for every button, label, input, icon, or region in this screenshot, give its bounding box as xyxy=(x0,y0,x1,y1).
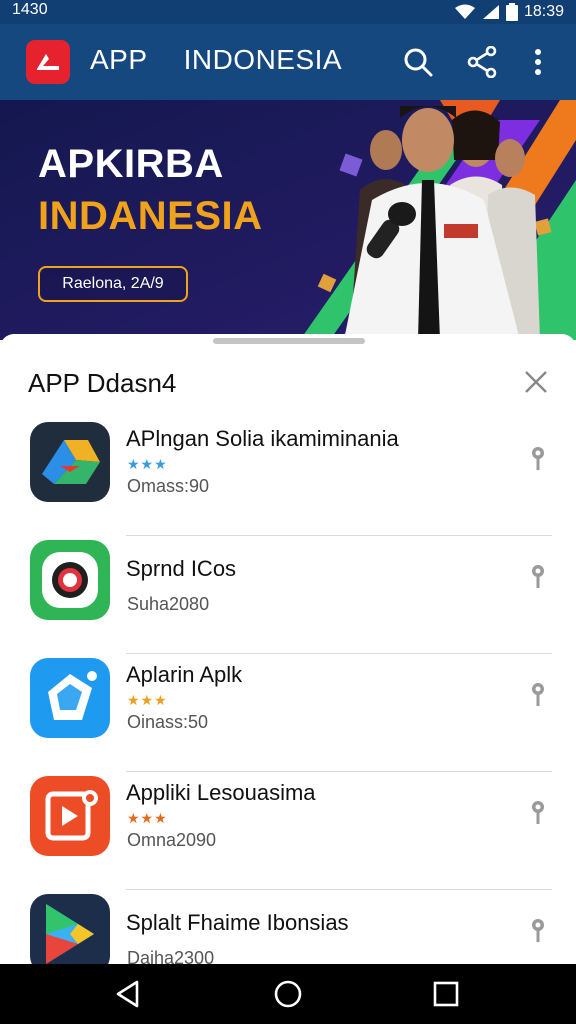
app-icon-camera xyxy=(30,540,110,620)
app-name: APlngan Solia ikamiminania xyxy=(126,426,399,451)
list-item[interactable]: Splalt Fhaime Ibonsias Daiha2300 xyxy=(0,890,576,964)
app-list-sheet: APP Ddasn4 APlngan Solia ikamiminania ★★… xyxy=(0,334,576,964)
wifi-icon xyxy=(454,4,475,19)
app-icon-play xyxy=(30,894,110,964)
banner-title-line2: INDANESIA xyxy=(38,194,263,238)
rating-stars: ★★★ xyxy=(127,456,168,472)
pin-button[interactable] xyxy=(524,560,552,594)
close-icon xyxy=(525,371,547,393)
recents-button[interactable] xyxy=(426,974,466,1014)
app-icon-video xyxy=(30,776,110,856)
close-button[interactable] xyxy=(520,366,552,398)
list-item[interactable]: Appliki Lesouasima ★★★ Omna2090 xyxy=(0,772,576,890)
sheet-drag-handle[interactable] xyxy=(213,338,365,344)
app-list: APlngan Solia ikamiminania ★★★ Omass:90 … xyxy=(0,418,576,964)
promo-banner[interactable]: APKIRBA INDANESIA Raelona, 2A/9 xyxy=(0,100,576,340)
pin-icon xyxy=(532,919,544,942)
pin-button[interactable] xyxy=(524,796,552,830)
search-button[interactable] xyxy=(398,42,438,82)
signal-icon xyxy=(482,5,499,19)
status-bar: 1430 18:39 xyxy=(0,0,576,24)
list-item[interactable]: Sprnd ICos Suha2080 xyxy=(0,536,576,654)
app-name: Aplarin Aplk xyxy=(126,662,243,687)
app-icon-cube xyxy=(30,658,110,738)
share-icon xyxy=(467,46,497,78)
list-item[interactable]: APlngan Solia ikamiminania ★★★ Omass:90 xyxy=(0,418,576,536)
app-logo-icon[interactable] xyxy=(26,40,70,84)
app-bar: APP INDONESIA xyxy=(0,24,576,100)
pin-icon xyxy=(532,683,544,706)
back-button[interactable] xyxy=(108,974,148,1014)
pin-icon xyxy=(532,801,544,824)
pin-button[interactable] xyxy=(524,678,552,712)
rating-stars: ★★★ xyxy=(127,692,168,708)
banner-pill-button[interactable]: Raelona, 2A/9 xyxy=(38,266,188,302)
battery-icon xyxy=(505,3,518,21)
app-icon-drive xyxy=(30,422,110,502)
share-button[interactable] xyxy=(462,42,502,82)
back-icon xyxy=(116,980,139,1008)
home-button[interactable] xyxy=(268,974,308,1014)
pin-button[interactable] xyxy=(524,442,552,476)
status-icons: 18:39 xyxy=(454,0,564,24)
pin-button[interactable] xyxy=(524,914,552,948)
pin-icon xyxy=(532,565,544,588)
app-name: Sprnd ICos xyxy=(126,556,237,581)
sheet-title: APP Ddasn4 xyxy=(28,368,177,398)
rating-stars: ★★★ xyxy=(127,810,168,826)
app-subtitle: Suha2080 xyxy=(127,594,210,614)
status-time-right: 18:39 xyxy=(523,3,564,20)
status-time-left: 1430 xyxy=(12,1,48,18)
search-icon xyxy=(404,48,433,77)
app-name: Splalt Fhaime Ibonsias xyxy=(126,910,349,935)
home-icon xyxy=(274,980,302,1008)
app-title: APP INDONESIA xyxy=(90,44,343,75)
app-subtitle: Omass:90 xyxy=(127,476,210,496)
app-subtitle: Daiha2300 xyxy=(127,948,215,964)
more-vert-icon xyxy=(535,49,541,75)
screen: 1430 18:39 APP INDONESIA APKIRBA INDANES… xyxy=(0,0,576,1024)
app-subtitle: Omna2090 xyxy=(127,830,217,850)
app-subtitle: Oinass:50 xyxy=(127,712,209,732)
people-illustration xyxy=(344,106,540,340)
more-options-button[interactable] xyxy=(518,42,558,82)
system-nav-bar xyxy=(0,964,576,1024)
list-item[interactable]: Aplarin Aplk ★★★ Oinass:50 xyxy=(0,654,576,772)
banner-title-line1: APKIRBA xyxy=(38,142,224,186)
app-name: Appliki Lesouasima xyxy=(126,780,316,805)
recents-icon xyxy=(433,981,459,1007)
pin-icon xyxy=(532,447,544,470)
